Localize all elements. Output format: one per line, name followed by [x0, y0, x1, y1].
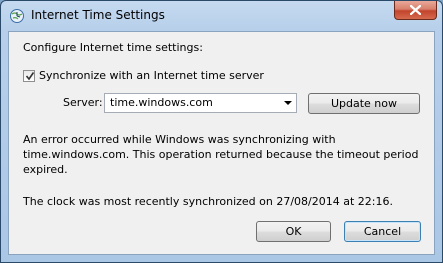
window-title: Internet Time Settings: [31, 8, 165, 22]
error-message-line-2: time.windows.com. This operation returne…: [23, 148, 419, 161]
update-now-button[interactable]: Update now: [308, 93, 420, 114]
error-message-line-3: expired.: [23, 163, 68, 176]
settings-heading: Configure Internet time settings:: [23, 41, 203, 54]
checkmark-icon: [25, 72, 35, 81]
server-value: time.windows.com: [110, 96, 213, 109]
clock-globe-icon: [9, 8, 25, 24]
last-sync-status: The clock was most recently synchronized…: [23, 195, 393, 208]
server-combobox[interactable]: time.windows.com: [104, 93, 297, 113]
close-button[interactable]: [394, 1, 437, 20]
dialog-body: Configure Internet time settings: Synchr…: [8, 31, 435, 255]
cancel-button[interactable]: Cancel: [344, 221, 421, 242]
ok-button[interactable]: OK: [256, 221, 331, 242]
sync-checkbox-label[interactable]: Synchronize with an Internet time server: [39, 69, 264, 83]
close-icon: [410, 5, 421, 15]
sync-checkbox[interactable]: [23, 70, 35, 82]
server-label: Server:: [63, 96, 103, 109]
dropdown-arrow-icon[interactable]: [284, 101, 292, 105]
internet-time-settings-window: Internet Time Settings Configure Interne…: [0, 0, 443, 263]
title-bar[interactable]: Internet Time Settings: [1, 1, 442, 31]
error-message-line-1: An error occurred while Windows was sync…: [23, 133, 336, 146]
